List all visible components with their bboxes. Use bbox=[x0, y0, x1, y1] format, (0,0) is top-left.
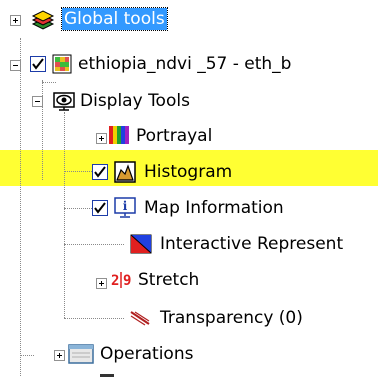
tree-line bbox=[64, 171, 92, 172]
interactive-representation-icon bbox=[130, 234, 152, 254]
tree-item-operations[interactable]: Operations bbox=[100, 343, 193, 365]
tree-line bbox=[64, 112, 65, 318]
raster-map-icon bbox=[52, 54, 72, 74]
checkmark-icon bbox=[94, 166, 106, 178]
tree-line bbox=[20, 355, 34, 356]
tree-item-display-tools[interactable]: Display Tools bbox=[80, 90, 190, 112]
checkbox-histogram[interactable] bbox=[92, 164, 108, 180]
display-tools-icon bbox=[53, 92, 75, 111]
checkmark-icon bbox=[94, 202, 106, 214]
stretch-icon: 2 9 bbox=[111, 272, 131, 289]
svg-text:i: i bbox=[123, 199, 128, 213]
expand-global-tools[interactable] bbox=[10, 15, 21, 26]
tree-line bbox=[64, 208, 92, 209]
tree-line bbox=[42, 82, 56, 83]
layers-stack-icon bbox=[31, 10, 55, 30]
checkmark-icon bbox=[32, 58, 44, 70]
collapse-display-tools[interactable] bbox=[32, 96, 43, 107]
transparency-icon bbox=[130, 311, 150, 326]
panel-clip-edge bbox=[378, 0, 387, 377]
expand-portrayal[interactable] bbox=[96, 133, 107, 144]
tree-line bbox=[42, 80, 43, 180]
svg-text:2: 2 bbox=[111, 273, 119, 289]
expand-operations[interactable] bbox=[54, 350, 65, 361]
layer-tree: Global tools ethiopia_ndvi _57 - eth_b D… bbox=[0, 0, 387, 377]
tree-item-transparency[interactable]: Transparency (0) bbox=[160, 307, 303, 329]
svg-text:9: 9 bbox=[123, 273, 131, 289]
tree-item-stretch[interactable]: Stretch bbox=[138, 269, 199, 291]
operations-icon bbox=[68, 344, 94, 364]
tree-item-global-tools[interactable]: Global tools bbox=[61, 7, 168, 31]
info-icon: i bbox=[114, 197, 136, 218]
tree-item-interactive-represent[interactable]: Interactive Represent bbox=[160, 233, 343, 255]
histogram-icon bbox=[114, 161, 136, 183]
tree-item-ethiopia-ndvi[interactable]: ethiopia_ndvi _57 - eth_b bbox=[78, 53, 291, 75]
tree-line bbox=[64, 244, 124, 245]
expand-stretch[interactable] bbox=[96, 278, 107, 289]
tree-line bbox=[64, 318, 124, 319]
collapse-ethiopia-ndvi[interactable] bbox=[10, 60, 21, 71]
checkbox-ethiopia-ndvi[interactable] bbox=[30, 56, 46, 72]
tree-item-portrayal[interactable]: Portrayal bbox=[136, 125, 212, 147]
color-bars-icon bbox=[109, 126, 129, 144]
tree-line bbox=[20, 38, 21, 377]
checkbox-map-information[interactable] bbox=[92, 200, 108, 216]
tree-item-map-information[interactable]: Map Information bbox=[144, 197, 284, 219]
tree-item-histogram[interactable]: Histogram bbox=[144, 161, 232, 183]
